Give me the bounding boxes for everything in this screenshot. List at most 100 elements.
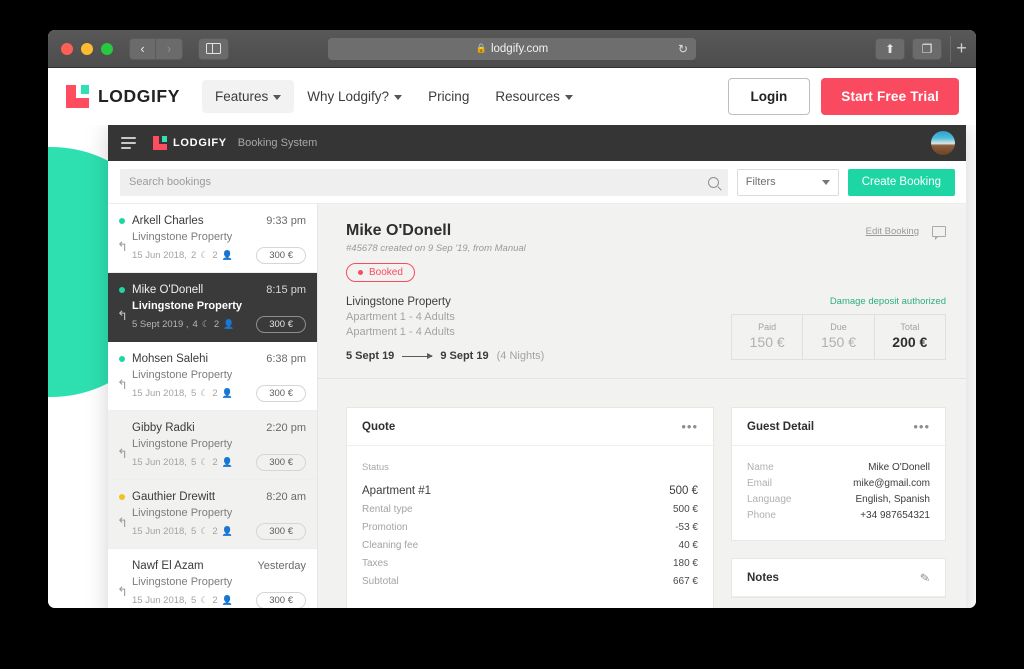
guest-row-value: +34 987654321 — [860, 510, 930, 521]
guest-row-label: Language — [747, 494, 792, 505]
booking-list-item[interactable]: ↰ Arkell Charles 9:33 pm Livingstone Proper… — [108, 204, 317, 273]
booking-price: 300 € — [256, 316, 306, 333]
app-brand-name: LODGIFY — [173, 137, 227, 149]
guest-card-menu-icon[interactable]: ••• — [913, 420, 930, 433]
search-bookings-field[interactable] — [120, 168, 728, 196]
guest-card-header: Guest Detail ••• — [732, 408, 945, 446]
new-tab-icon[interactable]: + — [950, 35, 972, 62]
quote-card-menu-icon[interactable]: ••• — [681, 420, 698, 433]
booking-nights: 5 — [190, 457, 197, 468]
booking-item-top: Mike O'Donell 8:15 pm — [119, 284, 306, 296]
reload-icon[interactable]: ↻ — [678, 42, 688, 56]
app-logo-icon — [153, 136, 167, 150]
total-value: 150 € — [749, 334, 785, 350]
nav-link-resources[interactable]: Resources — [482, 80, 586, 113]
hamburger-menu-icon[interactable] — [121, 137, 136, 149]
person-icon: 👤 — [221, 250, 233, 260]
filters-label: Filters — [745, 176, 776, 188]
lodgify-logo[interactable]: LODGIFY — [66, 85, 180, 108]
booking-list-item[interactable]: ↰ Gibby Radki 2:20 pm Livingstone Property 1… — [108, 411, 317, 480]
booking-guest-name: Mike O'Donell — [132, 284, 204, 296]
booking-list-item[interactable]: ↰ Gauthier Drewitt 8:20 am Livingstone Prop… — [108, 480, 317, 549]
moon-icon: ☾ — [200, 388, 209, 398]
booking-time: 8:20 am — [266, 491, 306, 503]
notes-card: Notes ✎ — [731, 558, 946, 598]
guest-detail-row: Name Mike O'Donell — [747, 462, 930, 473]
avatar[interactable] — [931, 131, 955, 155]
booking-list[interactable]: ↰ Arkell Charles 9:33 pm Livingstone Proper… — [108, 204, 318, 608]
close-window-button[interactable] — [61, 42, 73, 55]
quote-row-label: Taxes — [362, 558, 389, 569]
sidebar-toggle-button[interactable] — [198, 37, 229, 60]
create-booking-button[interactable]: Create Booking — [847, 168, 955, 196]
detail-header: Mike O'Donell #45678 created on 9 Sep '1… — [318, 204, 966, 296]
maximize-window-button[interactable] — [101, 42, 113, 55]
booking-date: 15 Jun 2018, — [132, 595, 187, 606]
back-icon[interactable]: ‹ — [129, 37, 156, 60]
booking-nights: 5 — [190, 388, 197, 399]
quote-card: Quote ••• Status Apartment #1 500 € Rent… — [346, 407, 714, 608]
minimize-window-button[interactable] — [81, 42, 93, 55]
booking-guest-name: Gauthier Drewitt — [132, 491, 216, 503]
booking-time: 6:38 pm — [266, 353, 306, 365]
booking-date: 15 Jun 2018, — [132, 388, 187, 399]
chevron-down-icon — [394, 94, 403, 100]
booking-property: Livingstone Property — [132, 369, 233, 381]
moon-icon: ☾ — [200, 595, 209, 605]
booking-guests: 2 — [213, 319, 220, 330]
lodgify-logo-icon — [66, 85, 89, 108]
edit-booking-link[interactable]: Edit Booking — [866, 226, 919, 237]
share-icon[interactable]: ⬆ — [875, 37, 905, 60]
start-free-trial-button[interactable]: Start Free Trial — [821, 78, 959, 115]
nav-link-why-lodgify[interactable]: Why Lodgify? — [294, 80, 415, 113]
address-bar[interactable]: 🔒 lodgify.com ↻ — [328, 37, 696, 60]
person-icon: 👤 — [221, 388, 233, 398]
booking-list-item[interactable]: ↰ Mohsen Salehi 6:38 pm Livingstone Propert… — [108, 342, 317, 411]
booking-status-dot-icon — [119, 494, 125, 500]
booking-item-meta: 15 Jun 2018, 2 ☾ 2 👤 300 € — [132, 247, 306, 264]
detail-info-left: Livingstone Property Apartment 1 - 4 Adu… — [346, 296, 731, 362]
nav-link-pricing[interactable]: Pricing — [415, 80, 482, 113]
total-value: 150 € — [820, 334, 857, 350]
search-input[interactable] — [129, 176, 708, 188]
comment-icon[interactable] — [932, 226, 946, 240]
url-text: lodgify.com — [490, 42, 549, 55]
booking-guest-name: Gibby Radki — [132, 422, 195, 434]
booking-status-dot-icon — [119, 563, 125, 569]
guest-detail-row: Email mike@gmail.com — [747, 478, 930, 489]
booking-detail-pane: Mike O'Donell #45678 created on 9 Sep '1… — [318, 204, 966, 608]
booking-item-top: Mohsen Salehi 6:38 pm — [119, 353, 306, 365]
sidebar-icon — [206, 43, 221, 54]
checkin-date: 5 Sept 19 — [346, 350, 395, 362]
filters-dropdown[interactable]: Filters — [736, 168, 839, 196]
booking-property: Livingstone Property — [132, 300, 243, 312]
booking-list-item[interactable]: ↰ Mike O'Donell 8:15 pm Livingstone Propert… — [108, 273, 317, 342]
checkout-date: 9 Sept 19 — [440, 350, 489, 362]
detail-dates: 5 Sept 19 9 Sept 19 (4 Nights) — [346, 350, 731, 362]
booking-nights: 5 — [190, 595, 197, 606]
brand-name: LODGIFY — [98, 86, 180, 106]
quote-row: Subtotal 667 € — [362, 576, 698, 587]
booking-item-top: Gauthier Drewitt 8:20 am — [119, 491, 306, 503]
booking-item-top: Gibby Radki 2:20 pm — [119, 422, 306, 434]
guest-card-body: Name Mike O'Donell Email mike@gmail.com Lang… — [732, 446, 945, 540]
app-subtitle: Booking System — [237, 137, 318, 149]
pencil-icon[interactable]: ✎ — [919, 570, 931, 585]
forward-icon[interactable]: › — [156, 37, 183, 60]
booking-item-meta: 15 Jun 2018, 5 ☾ 2 👤 300 € — [132, 523, 306, 540]
booking-list-item[interactable]: ↰ Nawf El Azam Yesterday Livingstone Proper… — [108, 549, 317, 608]
login-button[interactable]: Login — [727, 78, 811, 115]
booking-system-app: LODGIFY Booking System Filters Create Bo… — [108, 125, 966, 608]
quote-row: Promotion -53 € — [362, 522, 698, 533]
booking-status-dot-icon — [119, 287, 125, 293]
search-icon[interactable] — [707, 176, 719, 188]
tabs-icon[interactable]: ❐ — [912, 37, 942, 60]
booking-property: Livingstone Property — [132, 438, 233, 450]
reply-arrow-icon: ↰ — [117, 377, 128, 392]
booking-item-top: Nawf El Azam Yesterday — [119, 560, 306, 572]
total-label: Due — [830, 322, 847, 332]
booking-guests: 2 — [212, 250, 218, 261]
quote-card-title: Quote — [362, 420, 396, 433]
nav-link-features[interactable]: Features — [201, 80, 295, 113]
quote-card-header: Quote ••• — [347, 408, 713, 446]
